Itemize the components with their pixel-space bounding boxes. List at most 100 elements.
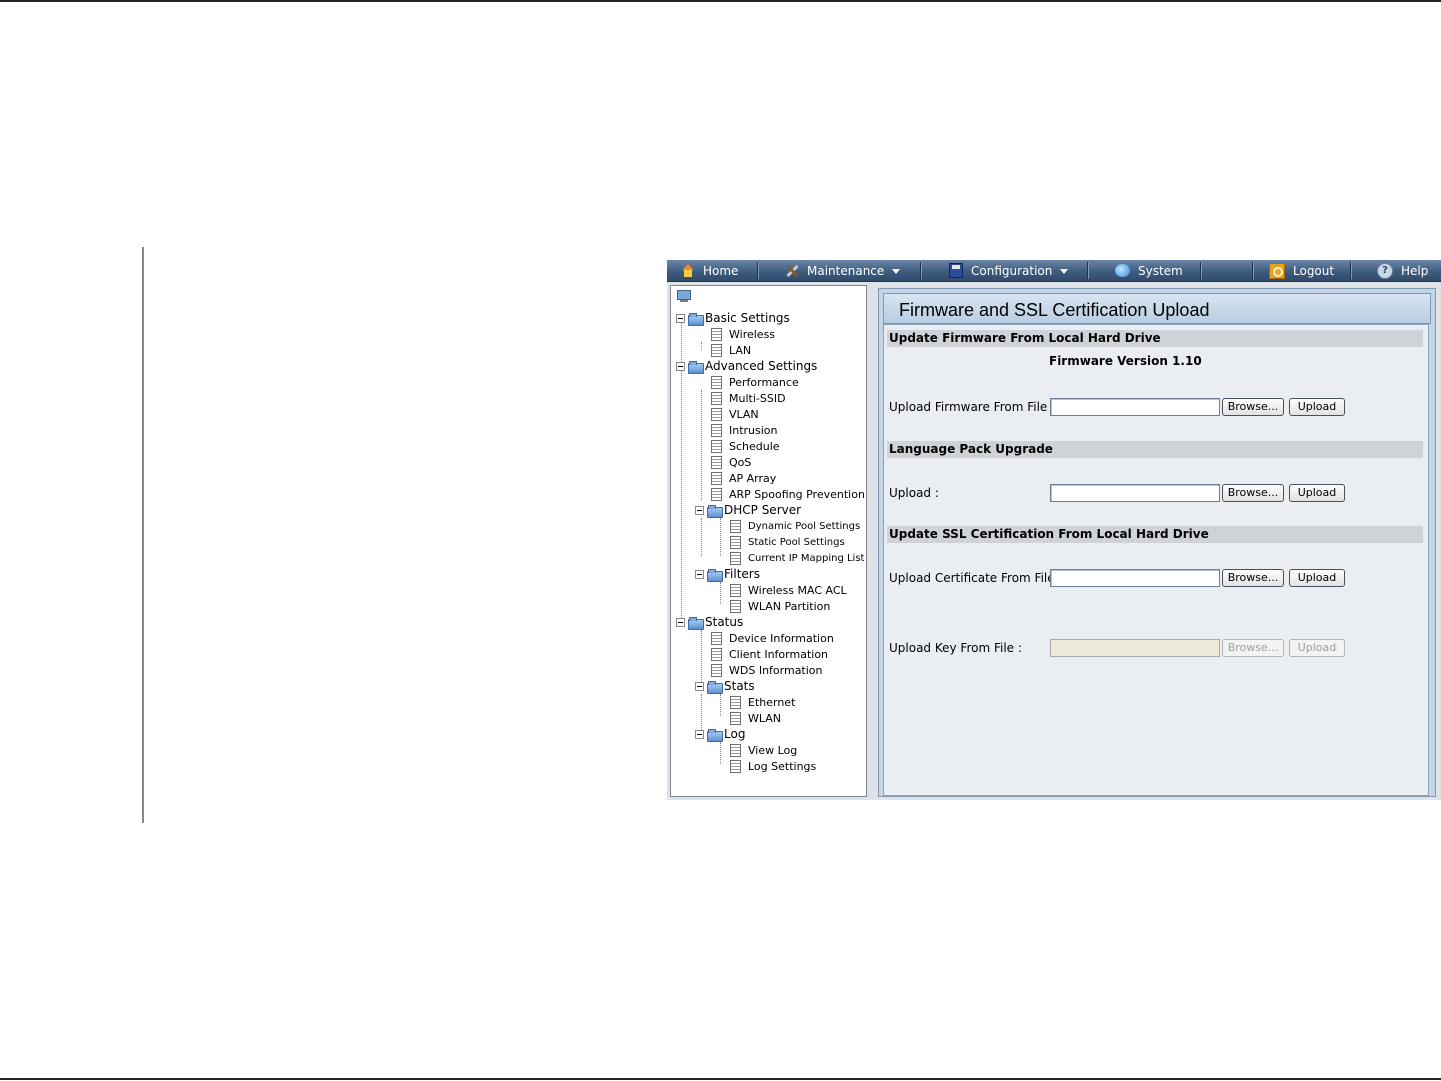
- tree-item-static-pool[interactable]: Static Pool Settings: [730, 534, 845, 550]
- collapse-icon[interactable]: [695, 569, 704, 579]
- nav-logout-label: Logout: [1293, 264, 1335, 278]
- tree-root[interactable]: [677, 288, 691, 304]
- tree-item-client-information[interactable]: Client Information: [711, 646, 828, 662]
- tree-item-wds-information[interactable]: WDS Information: [711, 662, 823, 678]
- folder-icon: [707, 728, 723, 742]
- tree-item-ap-array[interactable]: AP Array: [711, 470, 776, 486]
- floppy-disk-icon: [949, 263, 963, 278]
- cert-browse-button[interactable]: Browse...: [1222, 569, 1284, 587]
- tree-item-label: Schedule: [729, 439, 780, 453]
- tree-item-label: Current IP Mapping List: [748, 552, 865, 564]
- document-icon: [730, 551, 741, 565]
- collapse-icon[interactable]: [695, 729, 704, 739]
- tree-item-log-settings[interactable]: Log Settings: [730, 758, 816, 774]
- firmware-browse-button[interactable]: Browse...: [1222, 398, 1284, 416]
- tree-folder-basic-settings[interactable]: Basic Settings: [676, 310, 790, 326]
- tree-item-arp-spoofing[interactable]: ARP Spoofing Prevention: [711, 486, 865, 502]
- key-file-input: [1050, 639, 1220, 657]
- language-browse-button[interactable]: Browse...: [1222, 484, 1284, 502]
- document-icon: [730, 711, 741, 725]
- firmware-upload-button[interactable]: Upload: [1289, 398, 1345, 416]
- nav-system[interactable]: System: [1115, 260, 1183, 281]
- tools-icon: [785, 264, 799, 278]
- tree-folder-status[interactable]: Status: [676, 614, 743, 630]
- tree-folder-label: Filters: [724, 567, 760, 581]
- tree-item-label: Wireless: [729, 327, 776, 341]
- tree-item-intrusion[interactable]: Intrusion: [711, 422, 778, 438]
- tree-item-dynamic-pool[interactable]: Dynamic Pool Settings: [730, 518, 860, 534]
- nav-separator: [920, 262, 922, 279]
- nav-home[interactable]: Home: [681, 260, 738, 281]
- tree-item-device-information[interactable]: Device Information: [711, 630, 834, 646]
- tree-folder-advanced-settings[interactable]: Advanced Settings: [676, 358, 817, 374]
- cert-upload-button[interactable]: Upload: [1289, 569, 1345, 587]
- language-upload-button[interactable]: Upload: [1289, 484, 1345, 502]
- nav-maintenance[interactable]: Maintenance: [785, 260, 901, 281]
- nav-help-label: Help: [1401, 264, 1429, 278]
- tree-item-label: WLAN: [748, 711, 782, 725]
- firmware-file-input[interactable]: [1050, 398, 1220, 416]
- tree-folder-stats[interactable]: Stats: [695, 678, 755, 694]
- document-icon: [711, 407, 722, 421]
- tree-item-label: Dynamic Pool Settings: [748, 520, 861, 532]
- page-title: Firmware and SSL Certification Upload: [899, 300, 1210, 320]
- document-icon: [730, 599, 741, 613]
- tree-item-performance[interactable]: Performance: [711, 374, 799, 390]
- folder-icon: [707, 568, 723, 582]
- tree-item-view-log[interactable]: View Log: [730, 742, 797, 758]
- page-top-rule: [0, 0, 1441, 2]
- tree-folder-filters[interactable]: Filters: [695, 566, 760, 582]
- tree-item-ethernet[interactable]: Ethernet: [730, 694, 795, 710]
- upload-firmware-label: Upload Firmware From File :: [889, 400, 1056, 414]
- tree-item-label: VLAN: [729, 407, 759, 421]
- tree-item-label: Device Information: [729, 631, 834, 645]
- nav-separator: [1200, 262, 1202, 279]
- section-header-ssl: Update SSL Certification From Local Hard…: [887, 526, 1423, 543]
- tree-item-current-ip[interactable]: Current IP Mapping List: [730, 550, 864, 566]
- document-icon: [711, 375, 722, 389]
- tree-item-wireless[interactable]: Wireless: [711, 326, 775, 342]
- collapse-icon[interactable]: [676, 313, 685, 323]
- tree-item-wireless-mac-acl[interactable]: Wireless MAC ACL: [730, 582, 847, 598]
- tree-connector: [720, 694, 721, 716]
- collapse-icon[interactable]: [676, 617, 685, 627]
- tree-item-vlan[interactable]: VLAN: [711, 406, 759, 422]
- nav-configuration[interactable]: Configuration: [949, 260, 1069, 281]
- tree-item-label: Client Information: [729, 647, 829, 661]
- panel-body: Update Firmware From Local Hard Drive Fi…: [883, 324, 1429, 796]
- collapse-icon[interactable]: [676, 361, 685, 371]
- document-icon: [730, 583, 741, 597]
- folder-icon: [707, 504, 723, 518]
- tree-item-wlan[interactable]: WLAN: [730, 710, 781, 726]
- document-icon: [730, 535, 741, 549]
- document-icon: [711, 631, 722, 645]
- home-icon: [681, 264, 695, 277]
- folder-icon: [707, 680, 723, 694]
- tree-item-wlan-partition[interactable]: WLAN Partition: [730, 598, 830, 614]
- tree-item-multi-ssid[interactable]: Multi-SSID: [711, 390, 786, 406]
- tree-folder-label: Basic Settings: [705, 311, 790, 325]
- nav-help[interactable]: ? Help: [1377, 260, 1428, 281]
- document-icon: [711, 423, 722, 437]
- cert-file-input[interactable]: [1050, 569, 1220, 587]
- tree-item-lan[interactable]: LAN: [711, 342, 751, 358]
- document-icon: [730, 695, 741, 709]
- tree-connector: [701, 518, 702, 556]
- tree-folder-label: Status: [705, 615, 744, 629]
- tree-folder-log[interactable]: Log: [695, 726, 745, 742]
- tree-item-qos[interactable]: QoS: [711, 454, 751, 470]
- tree-item-label: Intrusion: [729, 423, 778, 437]
- collapse-icon[interactable]: [695, 681, 704, 691]
- nav-logout[interactable]: Logout: [1269, 260, 1334, 281]
- document-icon: [711, 439, 722, 453]
- key-browse-button: Browse...: [1222, 639, 1284, 657]
- nav-maintenance-label: Maintenance: [807, 264, 885, 278]
- tree-folder-dhcp-server[interactable]: DHCP Server: [695, 502, 801, 518]
- tree-item-label: Performance: [729, 375, 799, 389]
- firmware-version: Firmware Version 1.10: [1049, 354, 1202, 368]
- tree-item-label: WDS Information: [729, 663, 823, 677]
- tree-item-schedule[interactable]: Schedule: [711, 438, 780, 454]
- language-file-input[interactable]: [1050, 484, 1220, 502]
- tree-item-label: QoS: [729, 455, 752, 469]
- collapse-icon[interactable]: [695, 505, 704, 515]
